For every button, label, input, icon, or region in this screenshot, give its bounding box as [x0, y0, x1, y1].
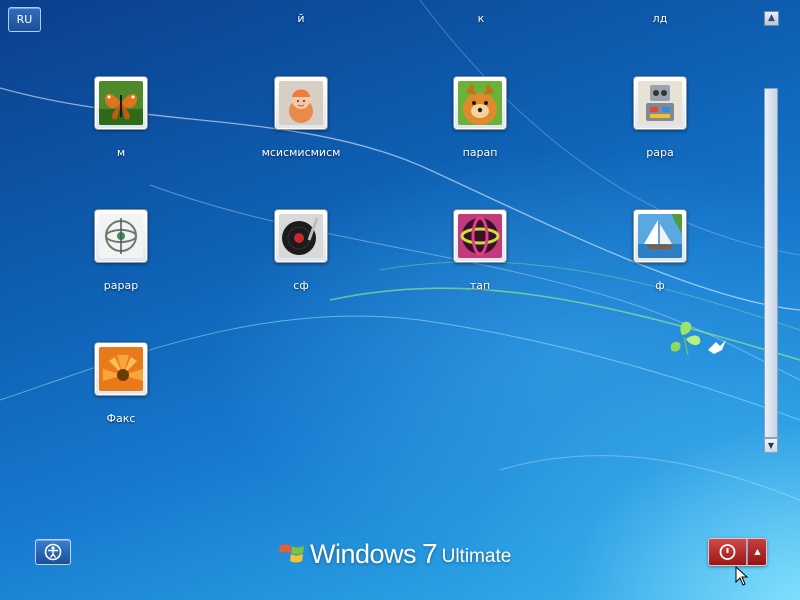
mouse-cursor-icon — [735, 566, 749, 586]
power-icon — [719, 544, 736, 560]
puppy-icon — [458, 81, 502, 125]
user-tile[interactable]: ф — [590, 209, 730, 292]
triangle-up-icon: ▲ — [754, 547, 761, 556]
user-picture-frame — [94, 76, 148, 130]
user-name-label: тап — [469, 279, 491, 292]
user-tile[interactable]: рара — [590, 76, 730, 159]
user-name-label: ф — [655, 279, 665, 292]
windows-logo: Windows 7 Ultimate — [278, 538, 511, 570]
user-tile[interactable]: Факс — [51, 342, 191, 425]
user-tile[interactable]: м — [51, 76, 191, 159]
scroll-down-arrow-icon[interactable]: ▼ — [764, 438, 778, 453]
butterfly-icon — [99, 81, 143, 125]
vertical-scrollbar[interactable]: ▼ — [764, 88, 778, 453]
column-header-3: лд — [652, 12, 668, 25]
ease-of-access-icon — [44, 543, 62, 561]
user-picture-frame — [453, 76, 507, 130]
user-tile[interactable]: тап — [410, 209, 550, 292]
user-picture-frame — [274, 76, 328, 130]
user-name-label: м — [116, 146, 126, 159]
user-name-label: рара — [646, 146, 674, 159]
flower-icon — [99, 347, 143, 391]
figurine-icon — [279, 81, 323, 125]
user-name-label: парап — [462, 146, 498, 159]
logo-edition: Ultimate — [441, 546, 512, 567]
turntable-icon — [279, 214, 323, 258]
user-name-label: мсисмисмисм — [261, 146, 341, 159]
user-tile[interactable]: сф — [231, 209, 371, 292]
column-header-2: к — [477, 12, 485, 25]
user-tile[interactable]: рарар — [51, 209, 191, 292]
scrollbar-thumb[interactable] — [764, 88, 778, 438]
power-button-group: ▲ — [708, 538, 767, 566]
shut-down-button[interactable] — [709, 539, 746, 565]
user-tile[interactable]: мсисмисмисм — [231, 76, 371, 159]
logo-brand: Windows — [310, 538, 417, 569]
windows-flag-icon — [278, 544, 304, 563]
user-picture-frame — [633, 76, 687, 130]
column-header-1: й — [297, 12, 305, 25]
logo-version: 7 — [422, 538, 438, 569]
robot-icon — [638, 81, 682, 125]
user-picture-frame — [453, 209, 507, 263]
ease-of-access-button[interactable] — [35, 539, 71, 565]
user-tile[interactable]: парап — [410, 76, 550, 159]
user-picture-frame — [274, 209, 328, 263]
ball-icon — [458, 214, 502, 258]
user-picture-frame — [94, 209, 148, 263]
gyroscope-icon — [99, 214, 143, 258]
restore-icon[interactable]: ▲ — [764, 11, 779, 26]
sailboat-icon — [638, 214, 682, 258]
user-name-label: сф — [293, 279, 309, 292]
user-picture-frame — [94, 342, 148, 396]
user-picture-frame — [633, 209, 687, 263]
language-button[interactable]: RU — [8, 7, 41, 32]
user-name-label: рарар — [103, 279, 139, 292]
user-name-label: Факс — [106, 412, 136, 425]
shut-down-options-button[interactable]: ▲ — [747, 539, 766, 565]
